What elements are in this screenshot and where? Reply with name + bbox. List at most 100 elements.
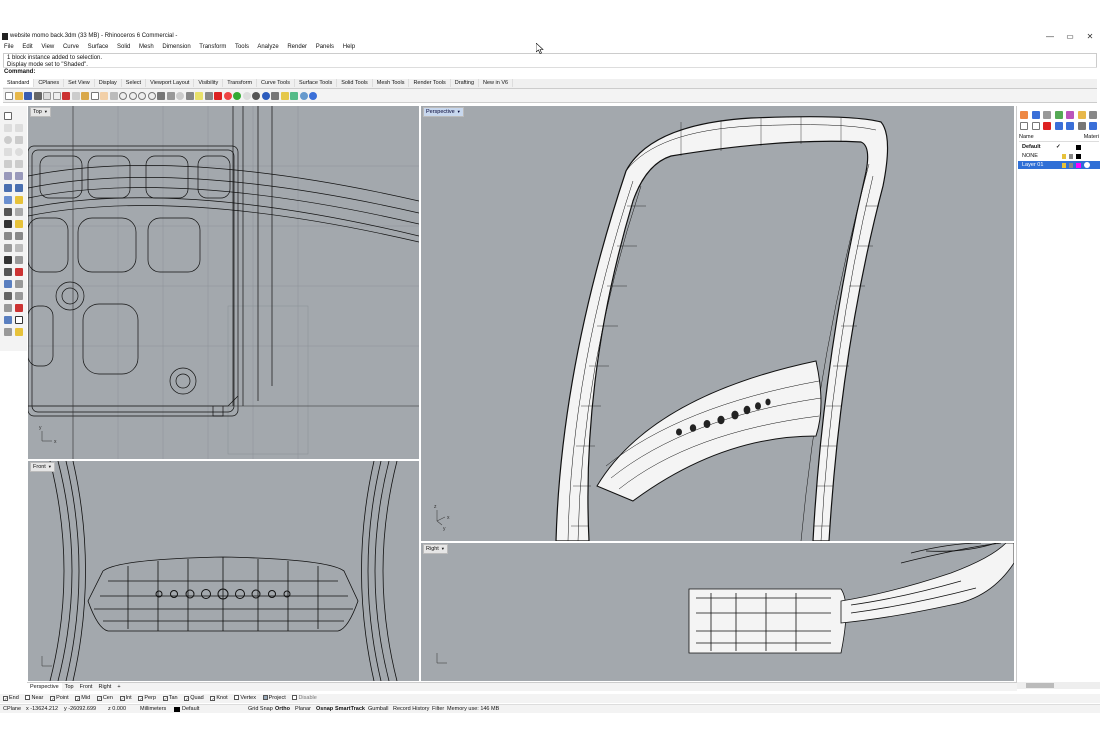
move-down-icon[interactable] (1066, 122, 1074, 130)
array-icon[interactable] (4, 268, 12, 276)
filter-icon[interactable] (1089, 122, 1097, 130)
mesh-icon[interactable] (4, 280, 12, 288)
polygon-icon[interactable] (15, 160, 23, 168)
dimension-icon[interactable] (15, 256, 23, 264)
menu-curve[interactable]: Curve (63, 44, 79, 50)
grid-snap-icon[interactable] (4, 292, 12, 300)
new-layer-icon[interactable] (1020, 122, 1028, 130)
tab-render-tools[interactable]: Render Tools (409, 79, 451, 87)
layer-row-layer-01[interactable]: Layer 01 (1018, 161, 1100, 169)
light-bulb-icon[interactable] (195, 91, 203, 100)
viewport-label-right[interactable]: Right ▼ (423, 544, 448, 554)
menu-render[interactable]: Render (287, 44, 307, 50)
lights-tab-icon[interactable] (1089, 111, 1097, 119)
curve-icon[interactable] (4, 148, 12, 156)
explode-icon[interactable] (15, 268, 23, 276)
checkbox[interactable]: ✓ (138, 696, 144, 701)
menu-help[interactable]: Help (343, 44, 355, 50)
checkmark-icon[interactable] (15, 316, 23, 324)
checkbox[interactable]: ✓ (3, 696, 8, 701)
menu-tools[interactable]: Tools (235, 44, 249, 50)
gumball-toggle[interactable]: Gumball (368, 706, 388, 712)
layer-color-swatch[interactable] (1076, 154, 1081, 159)
osnap-perp[interactable]: ✓ Perp (138, 695, 156, 701)
new-sublayer-icon[interactable] (1031, 122, 1040, 130)
tab-transform[interactable]: Transform (223, 79, 258, 87)
planar-toggle[interactable]: Planar (295, 706, 311, 712)
menu-analyze[interactable]: Analyze (257, 44, 278, 50)
fillet-icon[interactable] (4, 232, 12, 240)
rendered-sphere-icon[interactable] (252, 91, 260, 100)
layer-row-none[interactable]: NONE (1018, 152, 1100, 160)
display-tab-icon[interactable] (1043, 111, 1051, 119)
vp-tab-perspective[interactable]: Perspective (27, 683, 62, 691)
rotate-icon[interactable] (15, 244, 23, 252)
tab-display[interactable]: Display (95, 79, 122, 87)
zoom-icon[interactable] (119, 91, 127, 100)
paste-icon[interactable] (81, 91, 89, 100)
materials-tab-icon[interactable] (1066, 111, 1074, 119)
menu-transform[interactable]: Transform (199, 44, 226, 50)
osnap-mid[interactable]: ✓ Mid (75, 695, 90, 701)
grid-icon[interactable] (166, 91, 175, 100)
maximize-button[interactable]: ▭ (1060, 31, 1080, 43)
cut-icon[interactable] (62, 91, 70, 100)
checkbox[interactable]: ✓ (119, 696, 125, 701)
surface-icon[interactable] (4, 172, 12, 180)
layers-icon[interactable] (4, 316, 12, 324)
properties-icon[interactable] (52, 91, 61, 100)
osnap-tan[interactable]: ✓ Tan (162, 695, 178, 701)
osnap-knot[interactable]: ✓ Knot (210, 695, 228, 701)
osnap-end[interactable]: ✓ End (3, 695, 19, 701)
checkbox[interactable] (25, 695, 31, 700)
tab-solid-tools[interactable]: Solid Tools (337, 79, 373, 87)
tab-new-in-v6[interactable]: New in V6 (479, 79, 514, 87)
viewport-right[interactable]: Right ▼ (421, 543, 1014, 681)
checkbox[interactable]: ✓ (210, 696, 216, 701)
light-bulb-icon[interactable] (1062, 154, 1066, 159)
save-icon[interactable] (24, 91, 32, 100)
menu-mesh[interactable]: Mesh (139, 44, 154, 50)
select-icon[interactable] (185, 91, 194, 100)
rotate-view-icon[interactable] (109, 91, 118, 100)
viewport-label-perspective[interactable]: Perspective ▼ (423, 107, 464, 117)
tab-surface-tools[interactable]: Surface Tools (295, 79, 338, 87)
undo-icon[interactable] (90, 91, 99, 100)
analyze-icon[interactable] (4, 304, 12, 312)
layout-icon[interactable] (290, 91, 298, 100)
layer-color-swatch[interactable] (1076, 145, 1081, 150)
menu-edit[interactable]: Edit (22, 44, 32, 50)
boolean-icon[interactable] (4, 208, 12, 216)
menu-solid[interactable]: Solid (117, 44, 130, 50)
light-bulb-icon[interactable] (1062, 163, 1066, 168)
viewport-label-top[interactable]: Top ▼ (30, 107, 51, 117)
tab-set-view[interactable]: Set View (64, 79, 95, 87)
zoom-selected-icon[interactable] (147, 91, 156, 100)
tab-visibility[interactable]: Visibility (194, 79, 224, 87)
gumball-icon[interactable] (15, 292, 23, 300)
point-icon[interactable] (4, 124, 12, 132)
command-line[interactable]: Command: (3, 67, 1097, 76)
layer-row-default[interactable]: Default ✓ (1018, 143, 1100, 151)
globe-icon[interactable] (299, 91, 308, 100)
extrude-icon[interactable] (15, 196, 23, 204)
render-icon[interactable] (261, 91, 270, 100)
osnap-vertex[interactable]: Vertex (234, 695, 256, 701)
panel-horizontal-scrollbar[interactable] (1016, 682, 1100, 689)
new-file-icon[interactable] (5, 91, 13, 100)
arc-icon[interactable] (4, 160, 12, 168)
tab-cplanes[interactable]: CPlanes (34, 79, 65, 87)
add-viewport-tab[interactable]: + (114, 683, 123, 691)
circle-icon[interactable] (4, 136, 12, 144)
lightbulb-tool-icon[interactable] (280, 91, 289, 100)
select-arrow-icon[interactable] (4, 112, 12, 120)
copy-icon[interactable] (71, 91, 80, 100)
sphere-icon[interactable] (15, 184, 23, 192)
zoom-window-icon[interactable] (128, 91, 137, 100)
osnap-toggle[interactable]: Osnap (316, 706, 333, 712)
checkbox[interactable] (262, 695, 268, 700)
checkbox[interactable]: ✓ (96, 696, 102, 701)
four-viewports-icon[interactable] (157, 91, 165, 100)
ortho-toggle[interactable]: Ortho (275, 706, 290, 712)
status-layer[interactable]: Default (182, 706, 199, 712)
